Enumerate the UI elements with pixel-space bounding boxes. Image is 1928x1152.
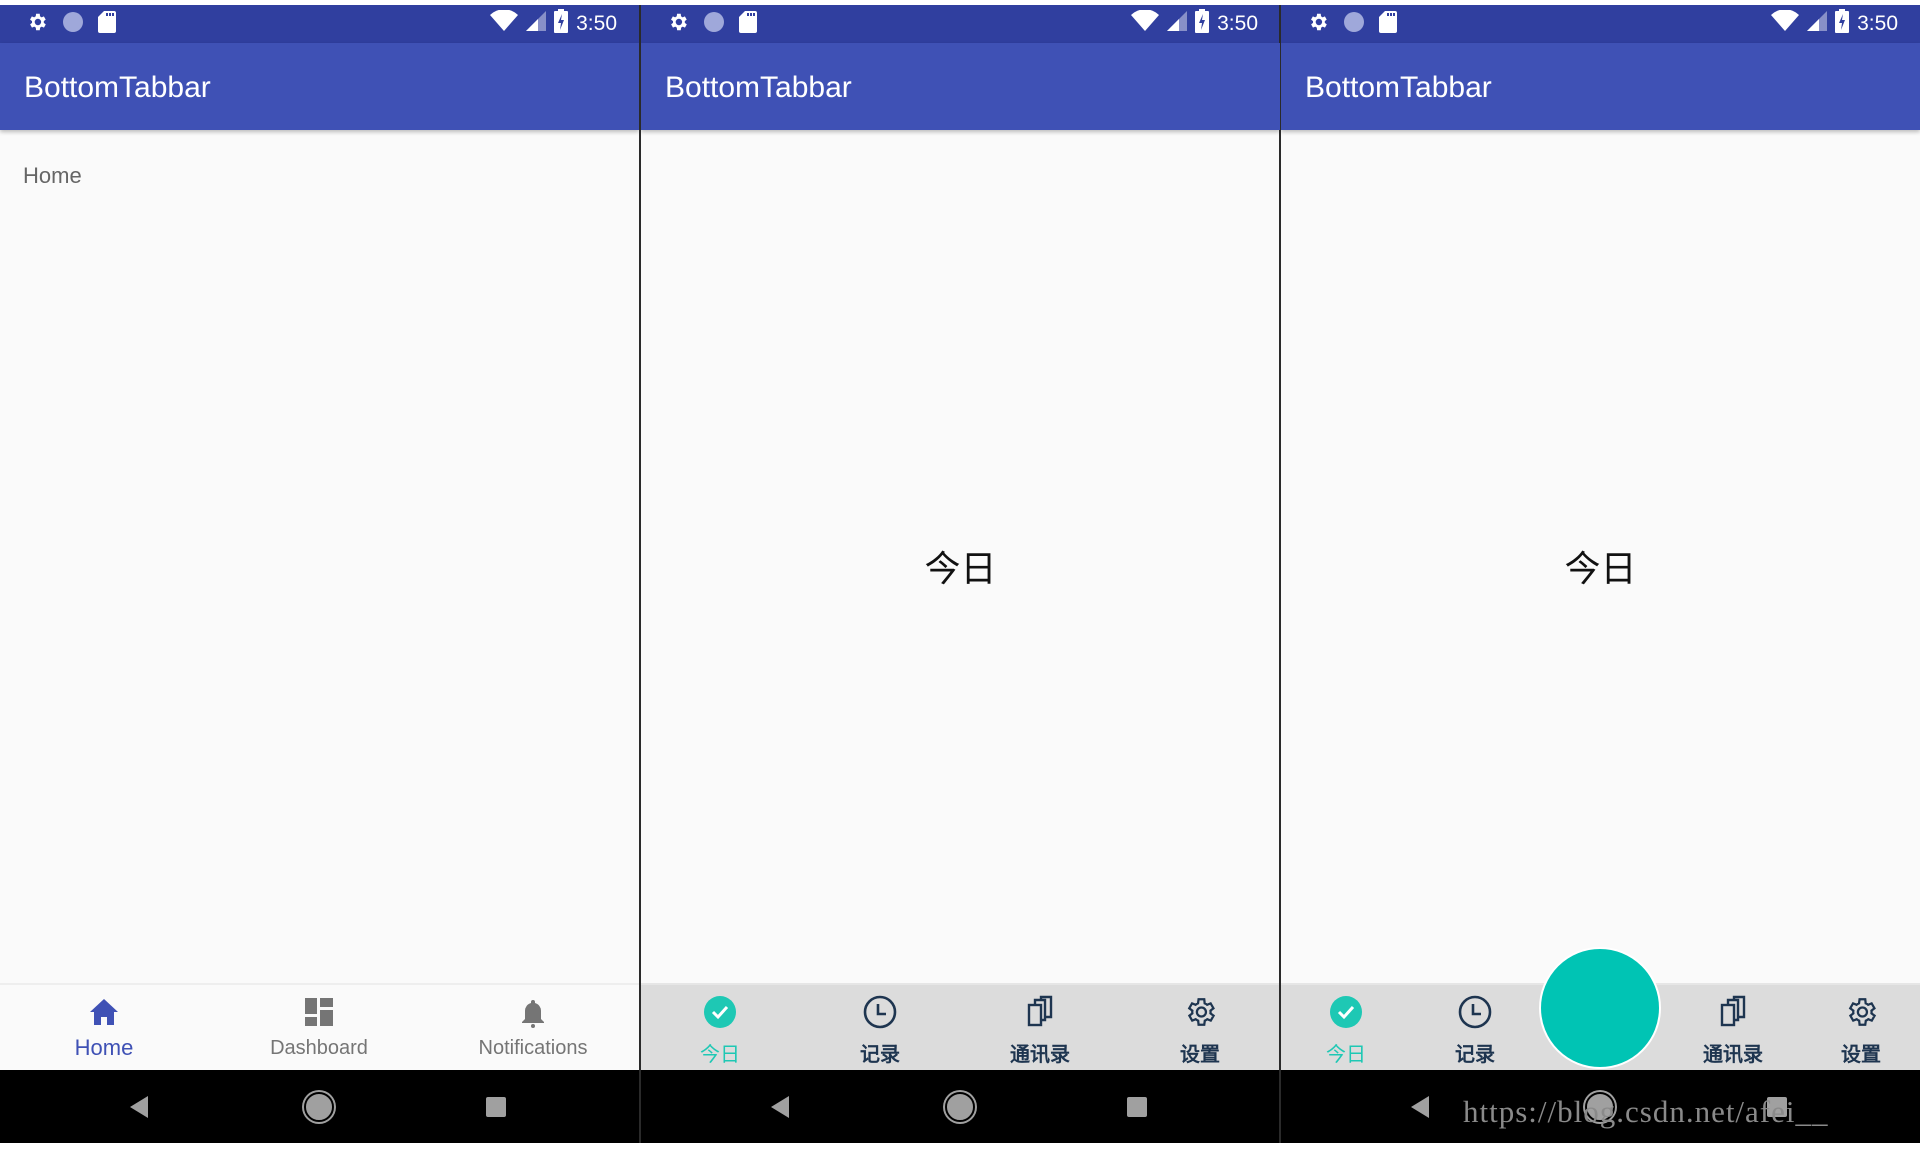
nav-item-label: Notifications	[478, 1037, 588, 1059]
contacts-copy-icon	[1023, 995, 1057, 1029]
check-circle-icon	[703, 995, 737, 1029]
app-title: BottomTabbar	[24, 71, 211, 104]
watermark-text: https://blog.csdn.net/afei__	[1463, 1094, 1829, 1129]
content-label: 今日	[1564, 549, 1637, 590]
status-time: 3:50	[576, 12, 617, 35]
phone-screen-custom-tabs-fab: 3:50 BottomTabbar 今日 今日 记录 通讯录 设置	[1281, 5, 1920, 1143]
tab-label: 今日	[1326, 1042, 1366, 1066]
sd-card-icon	[98, 10, 116, 39]
content-label: 今日	[924, 549, 997, 590]
wifi-icon	[1771, 9, 1800, 38]
app-bar: BottomTabbar	[641, 43, 1280, 130]
tab-label: 今日	[700, 1042, 740, 1066]
tab-label: 通讯录	[1703, 1042, 1763, 1066]
app-bar: BottomTabbar	[1281, 43, 1920, 130]
phone-screen-custom-tabs: 3:50 BottomTabbar 今日 今日 记录 通讯录 设置	[641, 5, 1280, 1143]
sd-card-icon	[1379, 10, 1397, 39]
center-action-button[interactable]	[1539, 947, 1661, 1069]
settings-gear-icon	[1307, 11, 1329, 38]
status-bar: 3:50	[641, 5, 1280, 43]
settings-gear-icon	[667, 11, 689, 38]
clock-icon	[863, 995, 897, 1029]
tab-records[interactable]: 记录	[1415, 985, 1535, 1072]
tab-label: 记录	[1455, 1042, 1495, 1066]
cell-signal-icon	[1167, 11, 1188, 37]
circle-notification-icon	[703, 11, 725, 38]
cell-signal-icon	[1807, 11, 1828, 37]
check-circle-icon	[1329, 995, 1363, 1029]
app-bar: BottomTabbar	[0, 43, 639, 130]
app-title: BottomTabbar	[1305, 71, 1492, 104]
back-button[interactable]	[1411, 1096, 1429, 1118]
tab-records[interactable]: 记录	[820, 985, 940, 1072]
content-label: Home	[23, 163, 82, 188]
tab-settings[interactable]: 设置	[1801, 985, 1920, 1072]
tab-settings[interactable]: 设置	[1140, 985, 1260, 1072]
sd-card-icon	[739, 10, 757, 39]
wifi-icon	[1131, 9, 1160, 38]
tab-today[interactable]: 今日	[1286, 985, 1406, 1072]
cell-signal-icon	[526, 11, 547, 37]
recents-button[interactable]	[1127, 1097, 1147, 1117]
system-nav-bar	[641, 1070, 1280, 1143]
status-time: 3:50	[1217, 12, 1258, 35]
home-button[interactable]	[945, 1092, 975, 1122]
tab-label: 记录	[860, 1042, 900, 1066]
tab-label: 设置	[1180, 1042, 1220, 1066]
back-button[interactable]	[130, 1096, 148, 1118]
battery-charging-icon	[554, 9, 569, 39]
clock-icon	[1458, 995, 1492, 1029]
recents-button[interactable]	[486, 1097, 506, 1117]
bell-icon	[520, 998, 546, 1033]
battery-charging-icon	[1195, 9, 1210, 39]
nav-item-label: Dashboard	[270, 1037, 368, 1059]
home-button[interactable]	[304, 1092, 334, 1122]
content-area: 今日	[1281, 130, 1920, 983]
settings-gear-icon	[1844, 995, 1878, 1029]
back-button[interactable]	[771, 1096, 789, 1118]
tab-bar: 今日 记录 通讯录 设置	[641, 983, 1280, 1070]
app-title: BottomTabbar	[665, 71, 852, 104]
content-area: Home	[0, 130, 639, 983]
tab-today[interactable]: 今日	[660, 985, 780, 1072]
phone-screen-material-nav: 3:50 BottomTabbar Home Home Dashboard No…	[0, 5, 639, 1143]
tab-label: 通讯录	[1010, 1042, 1070, 1066]
settings-gear-icon	[26, 11, 48, 38]
status-bar: 3:50	[1281, 5, 1920, 43]
circle-notification-icon	[1343, 11, 1365, 38]
circle-notification-icon	[62, 11, 84, 38]
home-icon	[89, 998, 119, 1031]
nav-item-home[interactable]: Home	[4, 985, 204, 1072]
tab-contacts[interactable]: 通讯录	[980, 985, 1100, 1072]
nav-item-label: Home	[74, 1035, 134, 1060]
contacts-copy-icon	[1716, 995, 1750, 1029]
system-nav-bar	[0, 1070, 639, 1143]
bottom-navigation: Home Dashboard Notifications	[0, 983, 639, 1070]
dashboard-icon	[305, 998, 333, 1031]
tab-contacts[interactable]: 通讯录	[1673, 985, 1793, 1072]
settings-gear-icon	[1183, 995, 1217, 1029]
nav-item-dashboard[interactable]: Dashboard	[219, 985, 419, 1072]
status-bar: 3:50	[0, 5, 639, 43]
nav-item-notifications[interactable]: Notifications	[433, 985, 633, 1072]
battery-charging-icon	[1835, 9, 1850, 39]
status-time: 3:50	[1857, 12, 1898, 35]
content-area: 今日	[641, 130, 1280, 983]
tab-label: 设置	[1841, 1042, 1881, 1066]
wifi-icon	[490, 9, 519, 38]
